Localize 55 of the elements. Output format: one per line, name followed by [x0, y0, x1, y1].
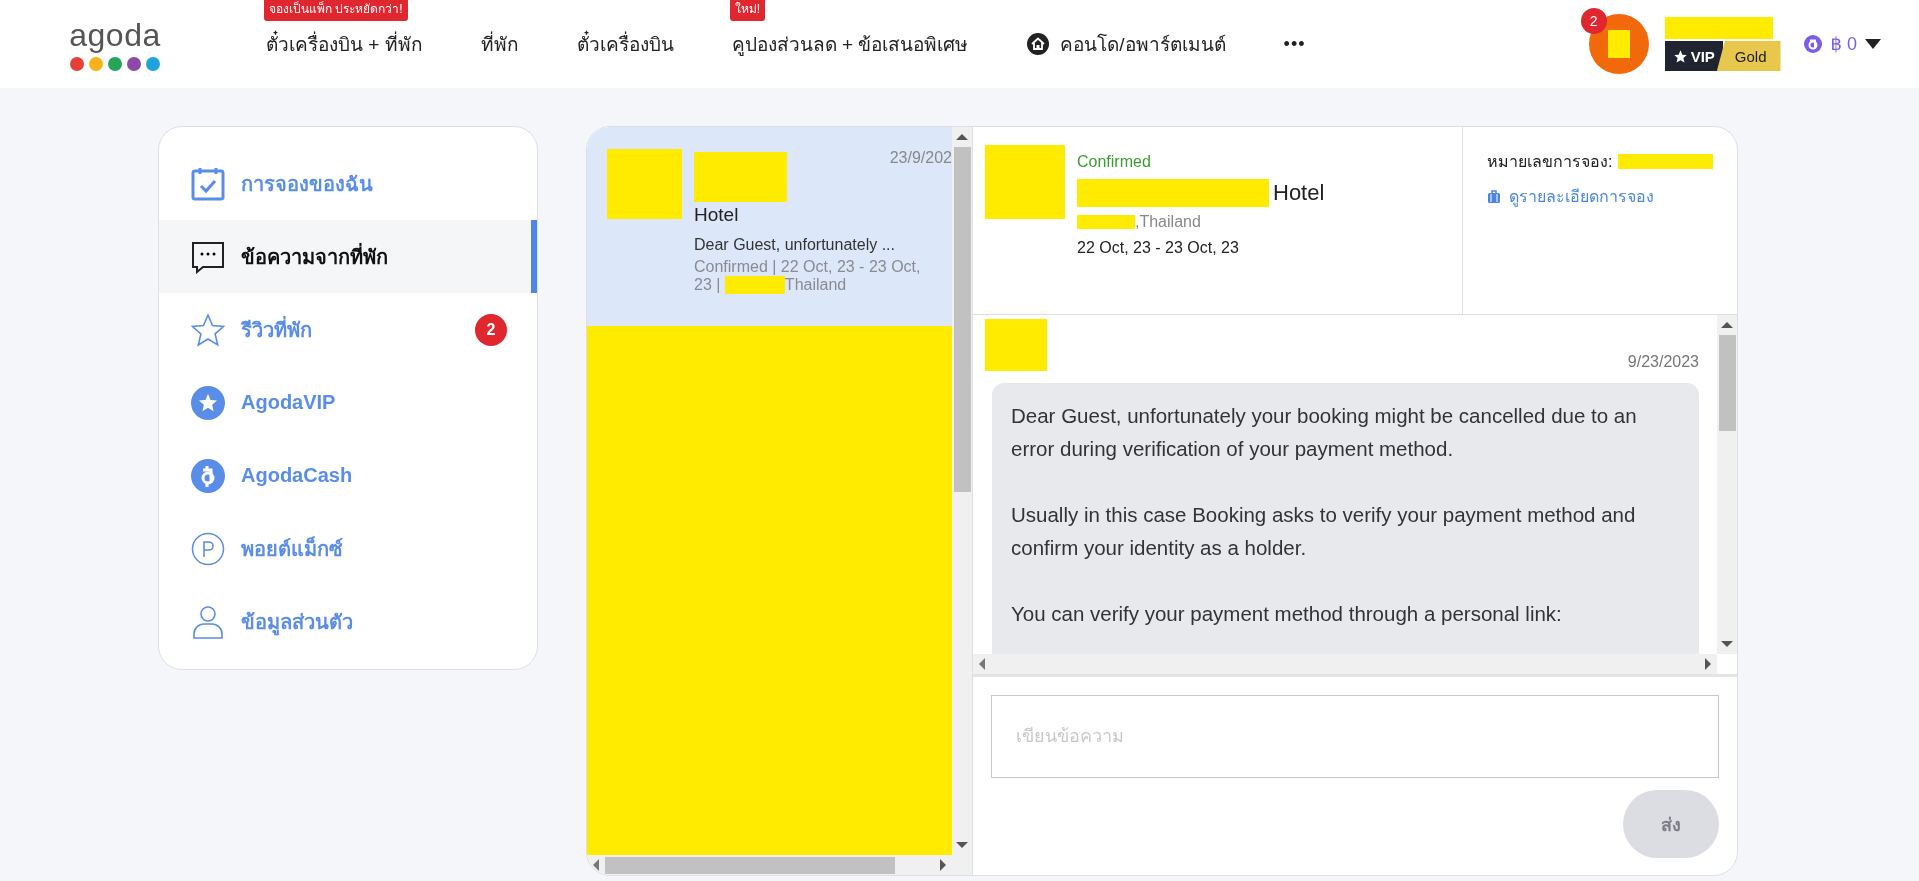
caret-icon[interactable]	[1865, 39, 1881, 49]
booking-meta: Confirmed | 22 Oct, 23 - 23 Oct, 23 | Thailand	[694, 258, 922, 294]
redaction-block	[1077, 215, 1135, 229]
message-text: Usually in this case Booking asks to verify your payment method and confirm your identity as a holder.	[1011, 502, 1637, 561]
scrollbar[interactable]	[973, 654, 1717, 674]
sidebar-label: การจองของฉัน	[241, 171, 373, 197]
message-preview: Dear Guest, unfortunately ...	[694, 236, 896, 254]
sidebar-item[interactable]: ข้อความจากที่พัก	[159, 220, 537, 293]
sidebar-label: AgodaCash	[241, 464, 353, 487]
star-icon	[191, 312, 225, 347]
sidebar-label: ข้อความจากที่พัก	[241, 242, 388, 270]
nav-link[interactable]: ที่พัก	[480, 29, 519, 59]
logo-dots-icon	[69, 56, 161, 72]
scrollbar[interactable]	[1717, 315, 1737, 654]
stay-dates: 22 Oct, 23 - 23 Oct, 23	[1077, 239, 1240, 257]
booking-number-label: หมายเลขการจอง:	[1487, 152, 1613, 172]
message-date: 9/23/2023	[1627, 353, 1699, 371]
home-icon	[1026, 32, 1051, 56]
conversation-item[interactable]: 23/9/202 Hotel Dear Guest, unfortunately ... Confirmed | 22 Oct, 23 - 23 Oct, 23 | Thailand	[587, 127, 952, 326]
balance-text[interactable]: ฿ 0	[1830, 33, 1857, 55]
date-text: 23/9/202	[889, 149, 952, 167]
promo-badge: จองเป็นแพ็ก ประหยัดกว่า!	[264, 0, 408, 21]
cash-icon	[1802, 34, 1823, 54]
more-menu-button[interactable]: •••	[1283, 33, 1306, 55]
nav-link[interactable]: คอนโด/อพาร์ตเมนต์	[1060, 29, 1226, 59]
redaction-block	[985, 319, 1047, 371]
person-icon	[191, 604, 225, 639]
suitcase-icon	[1487, 189, 1501, 204]
status-text: Confirmed	[1077, 153, 1152, 171]
sidebar-item[interactable]: รีวิวที่พัก 2	[159, 293, 537, 366]
cash-icon	[191, 458, 225, 493]
nav-link[interactable]: ตั๋วเครื่องบิน	[576, 29, 674, 59]
hotel-name: Hotel	[1273, 180, 1325, 206]
calendar-icon	[191, 166, 225, 201]
location-text: ,Thailand	[1135, 213, 1201, 231]
points-icon	[191, 531, 225, 566]
message-text: Dear Guest, unfortunately your booking might be cancelled due to an error during verification of your payment method.	[1011, 403, 1638, 462]
message-text: You can verify your payment method through a personal link:	[1011, 601, 1563, 627]
sidebar-label: พอยต์แม็กซ์	[241, 535, 343, 562]
booking-details-link[interactable]: ดูรายละเอียดการจอง	[1509, 184, 1654, 209]
star-badge-icon	[191, 385, 225, 420]
promo-badge: ใหม่!	[729, 0, 765, 21]
sidebar-label: รีวิวที่พัก	[241, 315, 312, 343]
hotel-name: Hotel	[694, 204, 740, 226]
sidebar-label: ข้อมูลส่วนตัว	[241, 605, 353, 638]
sidebar-label: AgodaVIP	[241, 391, 336, 414]
redaction-block	[1607, 30, 1630, 58]
nav-link[interactable]: ตั๋วเครื่องบิน + ที่พัก	[266, 29, 423, 59]
chat-icon	[191, 239, 225, 274]
logo-text[interactable]: agoda	[69, 18, 161, 52]
notification-badge: 2	[1580, 8, 1607, 34]
nav-link[interactable]: คูปองส่วนลด + ข้อเสนอพิเศษ	[731, 29, 969, 59]
tier-label: Gold	[1716, 41, 1781, 71]
star-icon	[1672, 48, 1688, 64]
count-badge: 2	[475, 313, 507, 346]
